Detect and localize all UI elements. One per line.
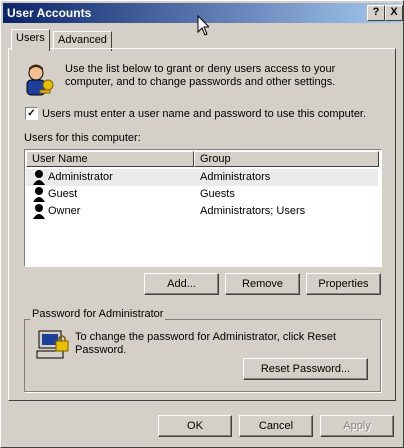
user-name: Guest [48, 188, 78, 200]
user-group: Administrators; Users [200, 205, 306, 217]
password-hint-line-1: To change the password for Administrator… [75, 331, 337, 343]
intro-line-2: computer, and to change passwords and ot… [65, 76, 336, 88]
column-header-group[interactable]: Group [194, 151, 379, 167]
user-name: Owner [48, 205, 81, 217]
user-name: Administrator [48, 171, 113, 183]
user-icon [33, 204, 45, 219]
require-login-label[interactable]: Users must enter a user name and passwor… [42, 108, 366, 120]
users-key-icon [26, 64, 54, 96]
remove-button[interactable]: Remove [225, 273, 300, 295]
password-group-title: Password for Administrator [30, 308, 166, 320]
users-list[interactable]: User Name Group Administrator Administra… [24, 149, 382, 267]
require-login-checkbox[interactable]: ✓ [25, 107, 38, 120]
computer-password-icon [36, 330, 69, 359]
add-button[interactable]: Add... [144, 273, 219, 295]
apply-button[interactable]: Apply [320, 415, 394, 437]
tab-users[interactable]: Users [11, 29, 50, 51]
user-icon [33, 187, 45, 202]
column-header-user-name[interactable]: User Name [26, 151, 194, 167]
mouse-cursor-icon [197, 15, 209, 36]
help-button[interactable]: ? [367, 5, 385, 21]
window-title: User Accounts [7, 6, 92, 20]
list-item[interactable]: Owner Administrators; Users [26, 203, 378, 220]
ok-button[interactable]: OK [158, 415, 232, 437]
intro-line-1: Use the list below to grant or deny user… [65, 63, 336, 75]
cancel-button[interactable]: Cancel [239, 415, 313, 437]
reset-password-button[interactable]: Reset Password... [243, 358, 368, 380]
password-hint-line-2: Password. [75, 344, 127, 356]
user-group: Guests [200, 188, 235, 200]
list-item[interactable]: Administrator Administrators [26, 169, 378, 186]
list-item[interactable]: Guest Guests [26, 186, 378, 203]
properties-button[interactable]: Properties [306, 273, 381, 295]
users-list-caption: Users for this computer: [24, 132, 141, 144]
close-button[interactable]: X [385, 5, 403, 21]
user-group: Administrators [200, 171, 271, 183]
user-icon [33, 170, 45, 185]
